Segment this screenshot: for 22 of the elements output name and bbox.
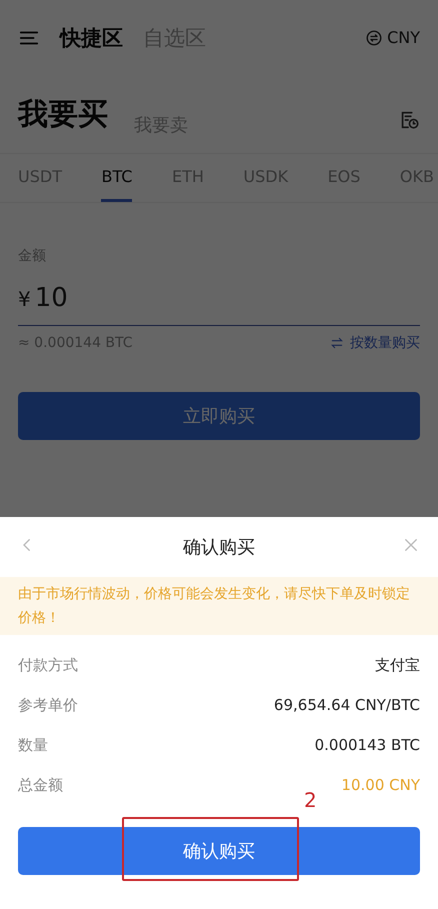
swap-icon	[330, 336, 344, 350]
section-tab[interactable]: 快捷区	[60, 24, 123, 52]
confirm-buy-button[interactable]: 确认购买	[18, 827, 420, 875]
detail-label: 数量	[18, 736, 48, 754]
detail-label: 参考单价	[18, 696, 78, 714]
buy-by-quantity-link[interactable]: 按数量购买	[330, 334, 420, 352]
detail-value: 0.000143 BTC	[314, 736, 420, 754]
detail-label: 总金额	[18, 776, 63, 794]
close-icon	[402, 536, 420, 554]
detail-label: 付款方式	[18, 656, 78, 674]
sheet-title: 确认购买	[183, 536, 255, 559]
side-tab[interactable]: 我要买	[18, 94, 108, 143]
price-notice: 由于市场行情波动，价格可能会发生变化，请尽快下单及时锁定价格！	[0, 577, 438, 635]
detail-value: 10.00 CNY	[341, 776, 420, 794]
detail-value: 支付宝	[375, 656, 420, 674]
amount-field[interactable]: ¥10	[18, 265, 420, 326]
annotation-number: 2	[304, 788, 317, 812]
coin-tab[interactable]: BTC	[101, 154, 132, 202]
buy-now-button[interactable]: 立即购买	[18, 392, 420, 440]
detail-value: 69,654.64 CNY/BTC	[274, 696, 420, 714]
exchange-icon	[365, 28, 384, 46]
currency-button[interactable]: CNY	[365, 28, 420, 47]
